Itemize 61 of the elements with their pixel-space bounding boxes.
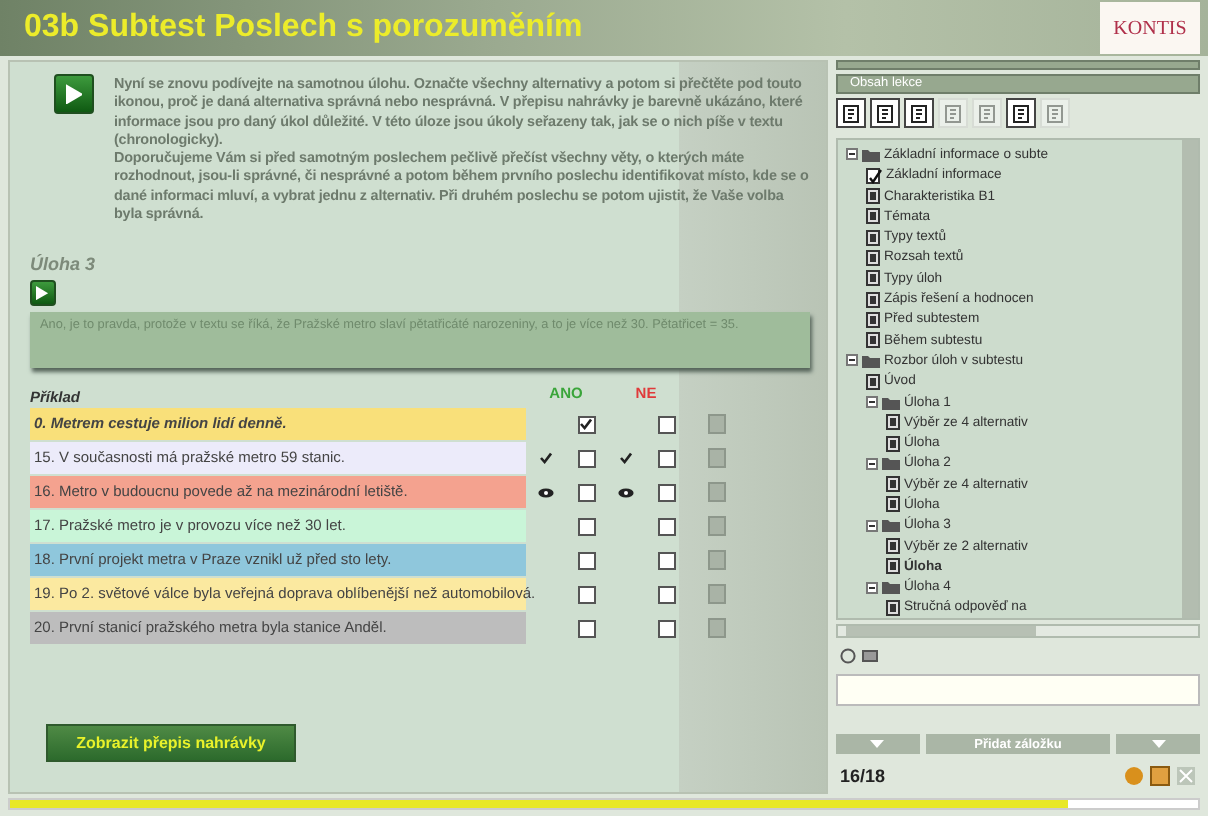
checked-document-icon: [866, 167, 882, 184]
checkbox[interactable]: [577, 449, 595, 468]
tick-icon: [540, 452, 552, 465]
checkbox[interactable]: [577, 551, 595, 570]
collapse-icon[interactable]: [846, 148, 858, 161]
checkbox[interactable]: [657, 449, 675, 468]
triangle-down-icon: [1151, 740, 1166, 748]
logo: KONTIS: [1100, 2, 1200, 54]
collapse-icon[interactable]: [866, 519, 878, 532]
document-icon: [909, 103, 929, 124]
collapse-icon[interactable]: [866, 581, 878, 594]
toolbar-button[interactable]: [904, 98, 934, 129]
tick-icon: [620, 452, 632, 465]
checkbox[interactable]: [657, 483, 675, 502]
checkbox[interactable]: [577, 483, 595, 502]
checkbox[interactable]: [657, 585, 675, 604]
tick-icon: [580, 418, 592, 431]
transcript-button[interactable]: Zobrazit přepis nahrávky: [46, 724, 296, 763]
collapse-icon[interactable]: [866, 457, 878, 470]
scrollbar[interactable]: [1182, 140, 1198, 619]
checkbox[interactable]: [577, 585, 595, 604]
triangle-down-icon: [870, 740, 885, 748]
folder-icon: [882, 580, 900, 595]
page-counter: 16/18: [840, 766, 886, 786]
checkbox[interactable]: [577, 415, 595, 434]
checkbox[interactable]: [657, 415, 675, 434]
checkbox[interactable]: [577, 619, 595, 638]
page-title: 03b Subtest Poslech s porozuměním: [24, 10, 583, 46]
document-icon: [1011, 103, 1031, 124]
play-button[interactable]: [30, 280, 56, 307]
collapse-icon[interactable]: [846, 354, 858, 367]
expand-icon[interactable]: [840, 648, 856, 665]
folder-icon: [882, 456, 900, 471]
document-icon: [875, 103, 895, 124]
note-field[interactable]: [836, 674, 1200, 706]
task-title: Úloha 3: [30, 254, 98, 275]
folder-icon: [882, 518, 900, 533]
checkbox[interactable]: [657, 517, 675, 536]
folder-icon: [862, 353, 880, 368]
document-icon: [841, 103, 861, 124]
checkbox[interactable]: [577, 517, 595, 536]
document-icon: [977, 103, 997, 124]
collapse-icon[interactable]: [866, 396, 878, 408]
toolbar-button[interactable]: [870, 98, 900, 129]
eye-icon: [618, 487, 634, 498]
toolbar-button[interactable]: [1006, 98, 1036, 129]
toolbar-button[interactable]: [836, 98, 866, 129]
eye-icon: [538, 487, 554, 498]
folder-icon: [882, 395, 900, 409]
checkbox[interactable]: [657, 551, 675, 570]
play-button[interactable]: [54, 74, 94, 114]
play-icon: [36, 286, 50, 301]
play-icon: [65, 83, 83, 105]
document-icon: [1045, 103, 1065, 124]
checkbox[interactable]: [657, 619, 675, 638]
document-icon: [866, 373, 880, 390]
document-icon: [886, 599, 900, 616]
scrollbar[interactable]: [836, 624, 1200, 639]
folder-icon: [862, 147, 880, 162]
document-icon: [943, 103, 963, 124]
collapse-icon[interactable]: [862, 648, 878, 665]
